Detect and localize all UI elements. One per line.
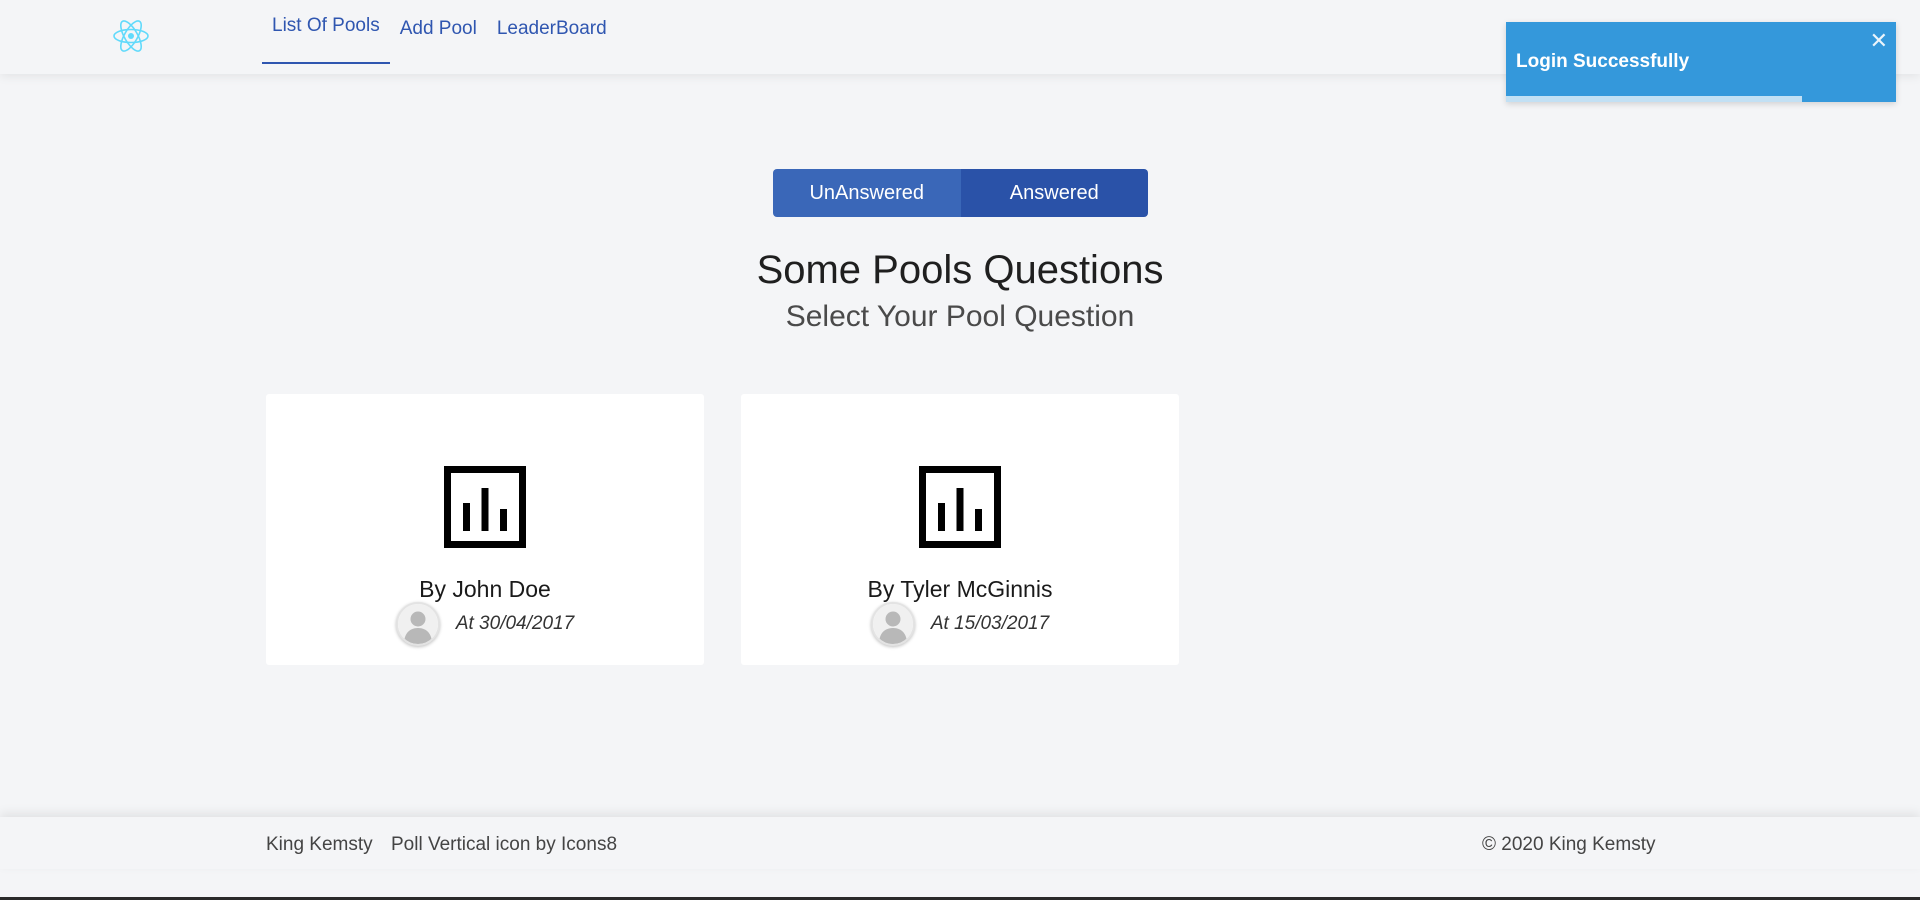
unanswered-button[interactable]: UnAnswered — [773, 169, 961, 217]
user-silhouette-icon — [397, 604, 438, 644]
poll-card[interactable]: By Tyler McGinnis At 15/03/2017 — [741, 394, 1179, 665]
react-logo-icon[interactable] — [111, 16, 151, 56]
poll-meta: At 15/03/2017 — [741, 602, 1179, 646]
nav-link-add-pool[interactable]: Add Pool — [390, 0, 487, 64]
avatar — [870, 602, 915, 646]
nav-link-leaderboard[interactable]: LeaderBoard — [487, 0, 617, 64]
nav-link-list-of-pools[interactable]: List Of Pools — [262, 0, 390, 64]
poll-date: At 30/04/2017 — [455, 613, 575, 634]
avatar — [395, 602, 440, 646]
toast-message: Login Successfully — [1516, 51, 1690, 72]
answer-filter-toggle: UnAnswered Answered — [773, 169, 1148, 217]
poll-author: By Tyler McGinnis — [867, 576, 1053, 602]
poll-vertical-icon — [444, 466, 526, 548]
nav-links: List Of Pools Add Pool LeaderBoard — [262, 0, 617, 74]
poll-vertical-icon — [919, 466, 1001, 548]
login-toast[interactable]: Login Successfully ✕ — [1506, 22, 1896, 102]
footer-icon-credit-link[interactable]: Poll Vertical icon by Icons8 — [391, 834, 617, 856]
poll-meta: At 30/04/2017 — [266, 602, 704, 646]
footer-brand: King Kemsty — [266, 834, 373, 855]
toast-progress-bar — [1506, 96, 1803, 102]
page-title: Some Pools Questions — [756, 248, 1164, 292]
footer: King Kemsty Poll Vertical icon by Icons8… — [0, 817, 1920, 869]
page-subtitle: Select Your Pool Question — [785, 300, 1135, 333]
poll-card[interactable]: By John Doe At 30/04/2017 — [266, 394, 704, 665]
close-icon[interactable]: ✕ — [1870, 30, 1888, 52]
footer-copyright: © 2020 King Kemsty — [1482, 834, 1656, 855]
poll-author: By John Doe — [419, 576, 551, 602]
poll-date: At 15/03/2017 — [930, 613, 1050, 634]
answered-button[interactable]: Answered — [960, 169, 1148, 217]
user-silhouette-icon — [872, 604, 913, 644]
